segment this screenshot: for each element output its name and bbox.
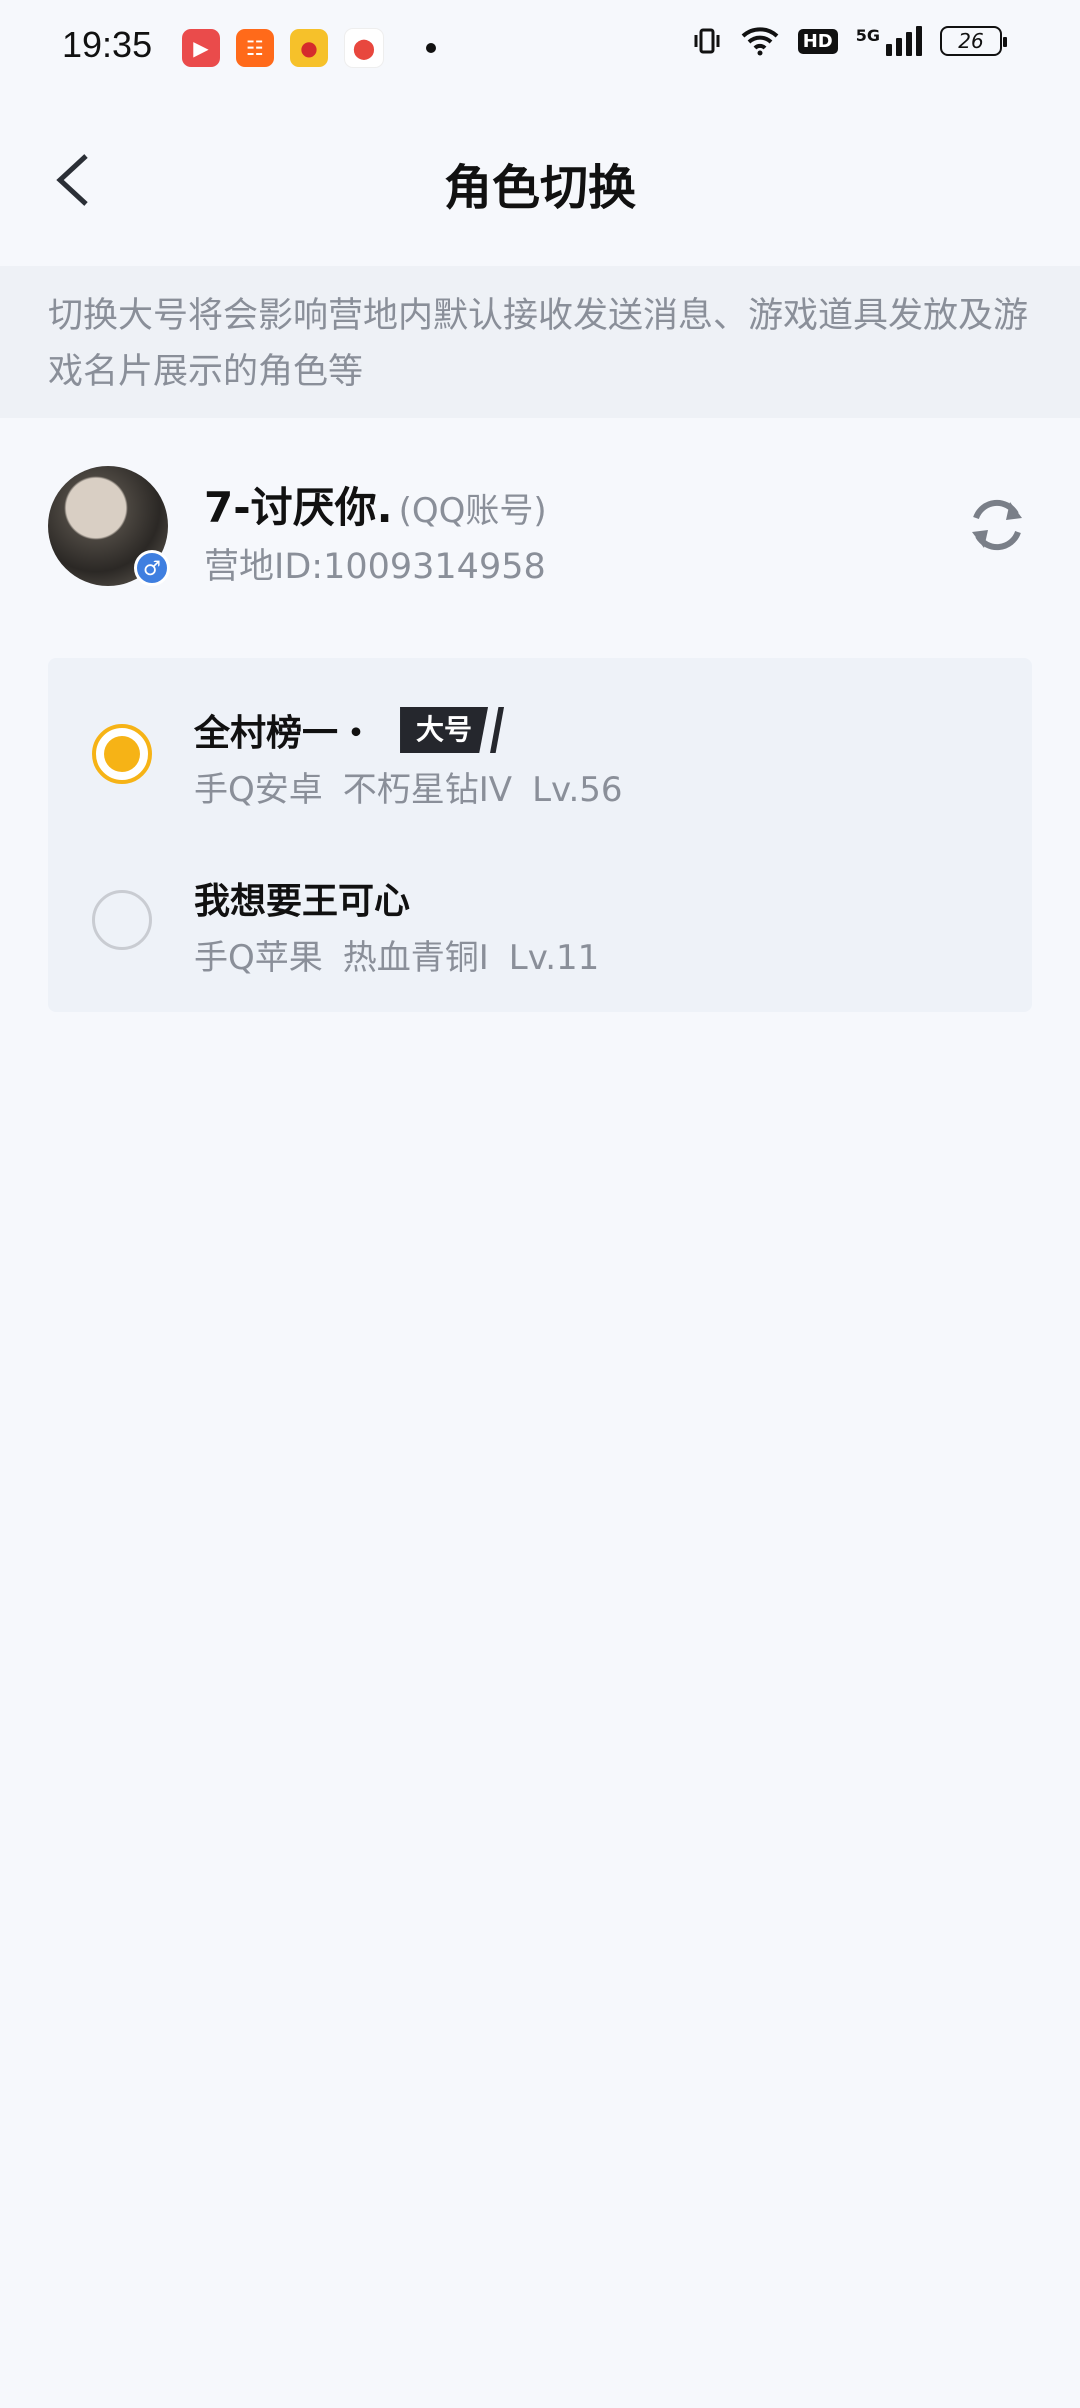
role-item-2[interactable]: 我想要王可心 手Q苹果 热血青铜I Lv.11	[48, 826, 1032, 994]
system-status: HD 5G 26	[692, 26, 1007, 56]
status-bar: 19:35 ▶ ☷ ● ⬤ HD 5G 26	[0, 0, 1080, 96]
role-rank: 不朽星钻IV	[342, 770, 513, 810]
role-name-text: 我想要王可心	[194, 881, 411, 922]
role-platform: 手Q苹果	[194, 938, 323, 978]
maps-app-icon: ⬤	[344, 28, 384, 68]
role-list: 全村榜一・ 大号 手Q安卓 不朽星钻IV Lv.56 我想要王可心 手Q苹果 热血青铜…	[48, 658, 1032, 1012]
role-level: Lv.11	[508, 938, 600, 978]
notification-icons: ▶ ☷ ● ⬤	[182, 28, 436, 68]
role-info: 手Q安卓 不朽星钻IV Lv.56	[194, 762, 643, 811]
account-name: 7-讨厌你. (QQ账号)	[204, 474, 547, 535]
role-name-text: 全村榜一・	[194, 713, 375, 754]
role-name: 我想要王可心	[194, 872, 410, 924]
role-rank: 热血青铜I	[342, 938, 489, 978]
role-level: Lv.56	[532, 770, 623, 810]
signal-icon	[886, 26, 922, 56]
battery-level: 26	[958, 29, 984, 53]
radio-selected-icon[interactable]	[92, 724, 152, 784]
switch-notice: 切换大号将会影响营地内默认接收发送消息、游戏道具发放及游戏名片展示的角色等	[0, 266, 1080, 418]
wifi-icon	[741, 27, 779, 56]
account-section: ♂ 7-讨厌你. (QQ账号) 营地ID:1009314958	[0, 456, 1080, 596]
battery-icon: 26	[940, 26, 1007, 56]
hd-badge: HD	[797, 28, 838, 54]
header: 角色切换	[0, 110, 1080, 250]
video-app-icon: ▶	[182, 29, 220, 67]
page-title: 角色切换	[443, 160, 636, 216]
network-type: 5G	[855, 26, 880, 45]
weibo-app-icon: ●	[290, 29, 328, 67]
account-type: (QQ账号)	[398, 491, 547, 531]
switch-account-refresh-icon[interactable]	[964, 492, 1030, 558]
account-id: 营地ID:1009314958	[204, 547, 546, 587]
radio-unselected-icon[interactable]	[92, 890, 152, 950]
account-nickname: 7-讨厌你.	[204, 483, 393, 532]
role-platform: 手Q安卓	[194, 770, 323, 810]
main-role-tag: 大号	[400, 707, 505, 753]
vibrate-icon	[694, 28, 720, 54]
male-gender-icon: ♂	[134, 550, 170, 586]
role-name: 全村榜一・ 大号	[194, 704, 505, 756]
role-info: 手Q苹果 热血青铜I Lv.11	[194, 930, 619, 979]
kuaishou-app-icon: ☷	[236, 29, 274, 67]
role-item-1[interactable]: 全村榜一・ 大号 手Q安卓 不朽星钻IV Lv.56	[48, 658, 1032, 826]
status-time: 19:35	[62, 24, 153, 65]
more-notifications-icon	[426, 43, 436, 53]
